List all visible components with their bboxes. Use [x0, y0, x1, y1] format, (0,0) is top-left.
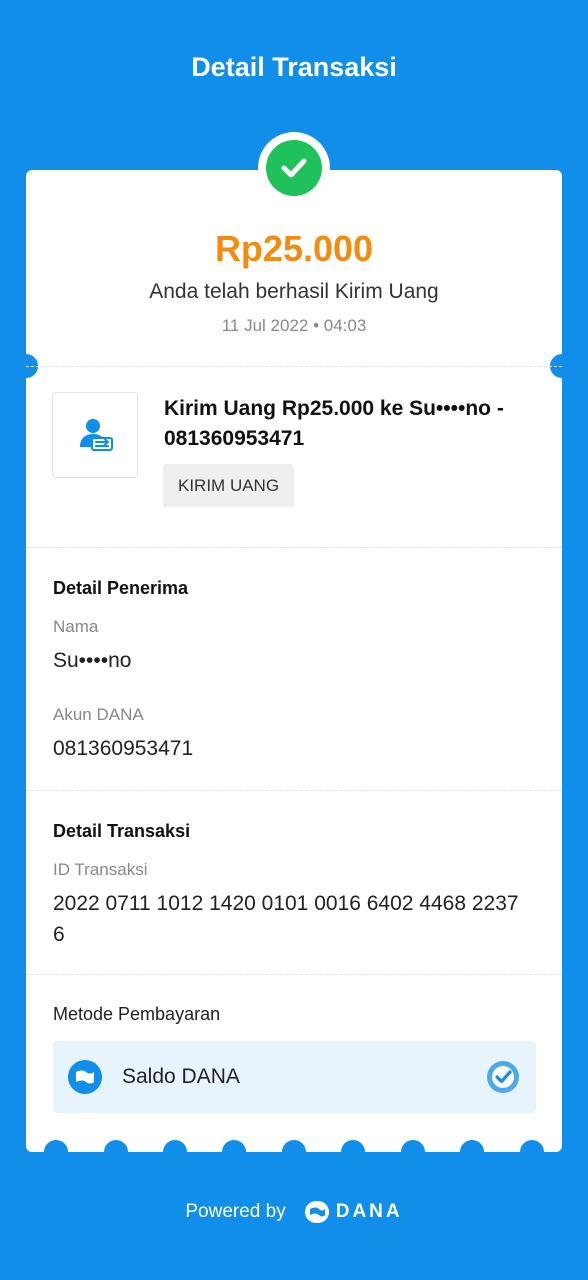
scallop	[282, 1140, 306, 1164]
scallop	[222, 1140, 246, 1164]
scallop	[401, 1140, 425, 1164]
success-message: Anda telah berhasil Kirim Uang	[149, 280, 439, 303]
transaction-datetime: 11 Jul 2022 • 04:03	[221, 316, 367, 335]
recipient-account-value: 081360953471	[53, 737, 194, 760]
check-badge-icon	[486, 1060, 520, 1094]
transaction-receipt-card: Rp25.000 Anda telah berhasil Kirim Uang …	[14, 170, 574, 1164]
recipient-name-value: Su••••no	[53, 649, 132, 672]
ticket-scallop-edge	[26, 1140, 562, 1164]
dana-logo-icon	[304, 1201, 329, 1223]
powered-by-footer: Powered by DANA	[0, 1200, 588, 1224]
check-circle-icon	[266, 140, 322, 196]
send-money-icon	[52, 392, 138, 478]
payment-method-name: Saldo DANA	[122, 1065, 240, 1088]
dana-logo-text: DANA	[335, 1201, 403, 1222]
success-badge	[258, 132, 330, 204]
transaction-title: Kirim Uang Rp25.000 ke Su••••no - 081360…	[164, 397, 504, 450]
scallop	[104, 1140, 128, 1164]
payment-method-option[interactable]: Saldo DANA	[53, 1041, 536, 1113]
scallop	[44, 1140, 68, 1164]
wallet-icon	[68, 1060, 102, 1094]
page-title: Detail Transaksi	[191, 52, 397, 82]
scallop	[341, 1140, 365, 1164]
dana-logo: DANA	[304, 1200, 403, 1224]
transaction-type-tag: KIRIM UANG	[163, 464, 295, 507]
divider	[26, 547, 562, 548]
payment-method-label: Metode Pembayaran	[53, 1004, 221, 1024]
divider	[26, 790, 562, 791]
recipient-name-label: Nama	[53, 617, 99, 636]
transaction-id-label: ID Transaksi	[53, 860, 148, 879]
scallop	[520, 1140, 544, 1164]
recipient-account-label: Akun DANA	[53, 705, 144, 724]
transaction-id-value: 2022 0711 1012 1420 0101 0016 6402 4468 …	[53, 892, 519, 946]
divider	[26, 366, 562, 367]
recipient-section-title: Detail Penerima	[53, 578, 189, 598]
details-section-title: Detail Transaksi	[53, 821, 191, 841]
divider	[26, 974, 562, 975]
scallop	[460, 1140, 484, 1164]
transaction-amount: Rp25.000	[214, 228, 374, 269]
scallop	[163, 1140, 187, 1164]
powered-by-text: Powered by	[185, 1201, 286, 1222]
